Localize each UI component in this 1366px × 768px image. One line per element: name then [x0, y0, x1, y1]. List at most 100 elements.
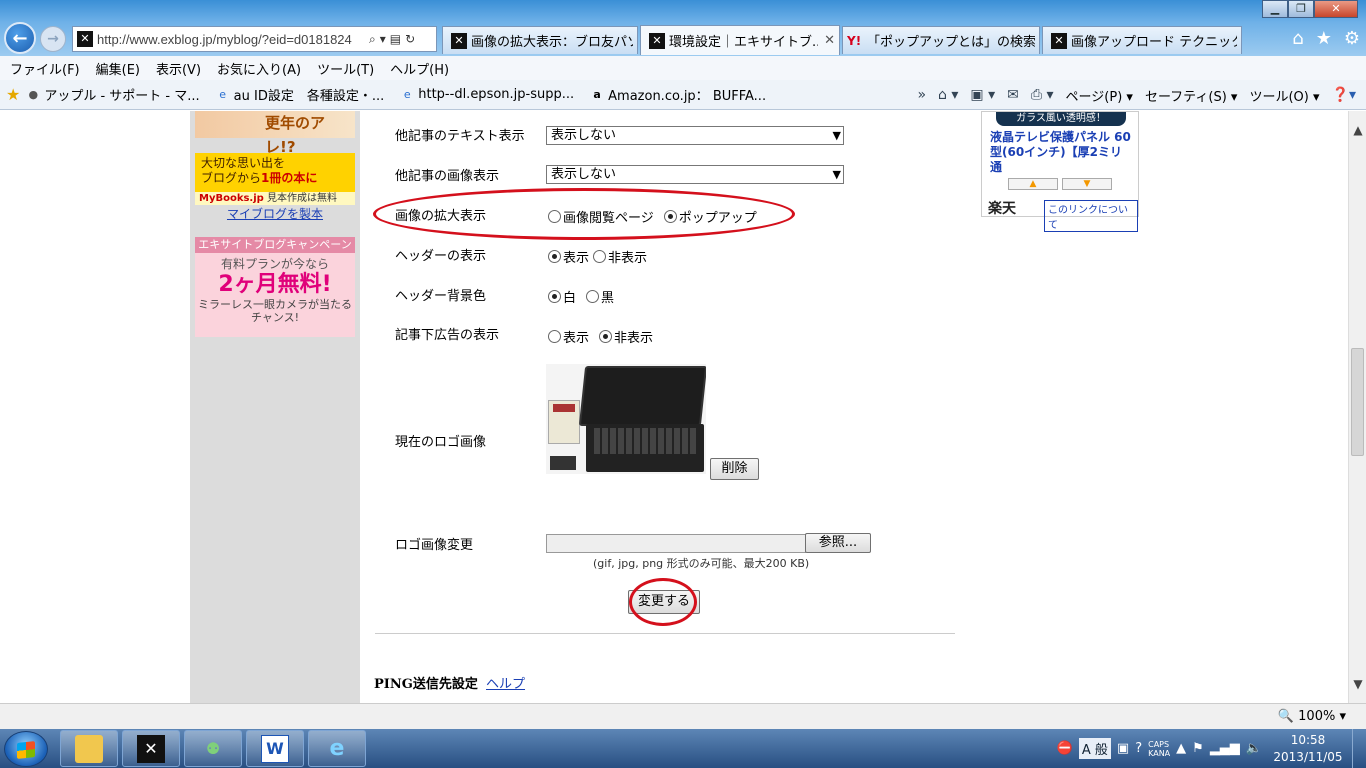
radio-button-selected[interactable] [548, 250, 561, 263]
scroll-down-icon[interactable]: ▼ [1349, 677, 1366, 691]
security-icon[interactable]: ⛔ [1057, 741, 1073, 756]
header-option-show[interactable]: 表示 [548, 247, 589, 266]
favorite-au[interactable]: e au ID設定 各種設定・... [216, 85, 384, 105]
safety-menu[interactable]: セーフティ(S) ▾ [1145, 86, 1238, 105]
print-icon[interactable]: ⎙ ▾ [1031, 87, 1054, 103]
clock[interactable]: 10:58 2013/11/05 [1268, 732, 1348, 766]
favorite-apple[interactable]: ● アップル - サポート - マ... [26, 85, 200, 105]
refresh-icon[interactable]: ↻ [405, 32, 415, 46]
radio-button-selected[interactable] [548, 290, 561, 303]
clock-time: 10:58 [1290, 732, 1326, 747]
logo-file-input[interactable] [546, 534, 806, 553]
start-button[interactable] [4, 731, 48, 767]
amazon-icon: a [593, 87, 601, 101]
sidebar-banner-top[interactable]: 更年のアレ!? [195, 111, 355, 156]
settings-gear-icon[interactable]: ⚙ [1344, 28, 1360, 49]
menu-edit[interactable]: 編集(E) [96, 59, 140, 78]
tab-settings[interactable]: ✕ 環境設定｜エキサイトブ... ✕ [640, 25, 840, 55]
help-link[interactable]: ヘルプ [486, 673, 525, 692]
back-button[interactable]: ← [4, 22, 36, 54]
ping-settings-heading: PING送信先設定 [374, 677, 478, 692]
minimize-button[interactable]: ▁ [1262, 0, 1288, 18]
mybooks-banner[interactable]: 大切な思い出を ブログから1冊の本に MyBooks.jp 見本作成は無料 [195, 153, 355, 205]
address-bar[interactable]: ✕ http://www.exblog.jp/myblog/?eid=d0181… [72, 26, 437, 52]
tab-popup-search[interactable]: Y! 「ポップアップとは」の検索... [842, 26, 1040, 54]
forward-button[interactable]: → [40, 26, 66, 52]
radio-button[interactable] [548, 330, 561, 343]
radio-button[interactable] [586, 290, 600, 303]
campaign-banner[interactable]: エキサイトブログキャンペーン 有料プランが今なら 2ヶ月無料! ミラーレス一眼カ… [195, 237, 355, 337]
taskbar-word[interactable]: W [246, 730, 304, 767]
header-option-hide[interactable]: 非表示 [593, 247, 647, 266]
ad-next-arrow-icon[interactable]: ▼ [1062, 178, 1112, 190]
mail-icon[interactable]: ✉ [1007, 87, 1019, 103]
taskbar-people[interactable]: ⚉ [184, 730, 242, 767]
chevron-more-icon[interactable]: » [917, 87, 926, 103]
volume-icon[interactable]: 🔈 [1246, 741, 1262, 756]
taskbar-explorer[interactable] [60, 730, 118, 767]
show-hidden-icons[interactable]: ▲ [1176, 741, 1186, 756]
menu-favorites[interactable]: お気に入り(A) [217, 59, 301, 78]
favorite-epson[interactable]: e http--dl.epson.jp-supp... [400, 87, 574, 102]
delete-logo-button[interactable]: 削除 [710, 458, 759, 480]
browse-button[interactable]: 参照... [805, 533, 871, 553]
feeds-icon[interactable]: ▣ ▾ [970, 87, 995, 103]
header-bg-option-white[interactable]: 白 [548, 287, 576, 306]
ie-page-icon: e [403, 87, 411, 101]
tab-image-zoom[interactable]: ✕ 画像の拡大表示：ブロ友パソ... [442, 26, 638, 54]
radio-button[interactable] [593, 250, 607, 263]
vertical-scrollbar[interactable]: ▲ ▼ [1348, 111, 1366, 703]
dropdown-arrow-icon[interactable]: ▾ [380, 32, 386, 46]
show-desktop-button[interactable] [1352, 729, 1366, 768]
header-bg-option-black[interactable]: 黒 [586, 287, 614, 306]
home-icon[interactable]: ⌂ ▾ [938, 87, 958, 103]
favorites-star-icon[interactable]: ★ [6, 85, 20, 104]
favorites-star-icon[interactable]: ★ [1316, 28, 1332, 49]
network-icon[interactable]: ▂▄▆ [1210, 741, 1240, 756]
ad-text[interactable]: 液晶テレビ保護パネル 60型(60インチ)【厚2ミリ通 [990, 130, 1134, 175]
taskbar-app-x[interactable]: ✕ [122, 730, 180, 767]
other-text-label: 他記事のテキスト表示 [395, 129, 525, 144]
ime-indicator[interactable]: A 般 [1078, 738, 1111, 759]
other-image-select[interactable]: 表示しない ▼ [546, 165, 844, 184]
menu-file[interactable]: ファイル(F) [10, 59, 80, 78]
ie-page-icon: e [219, 87, 227, 101]
menu-view[interactable]: 表示(V) [156, 59, 201, 78]
clock-date: 2013/11/05 [1273, 749, 1343, 764]
close-window-button[interactable]: ✕ [1314, 0, 1358, 18]
scroll-up-icon[interactable]: ▲ [1349, 123, 1366, 137]
laptop-keyboard-graphic [594, 428, 696, 454]
maximize-button[interactable]: ❐ [1288, 0, 1314, 18]
mybooks-link[interactable]: マイブログを製本 [195, 205, 355, 222]
tab-close-icon[interactable]: ✕ [818, 33, 835, 48]
tools-menu[interactable]: ツール(O) ▾ [1249, 86, 1319, 105]
menu-tools[interactable]: ツール(T) [317, 59, 374, 78]
tools-menu-label: ツール(O) [1249, 89, 1309, 105]
compat-view-icon[interactable]: ▤ [390, 32, 401, 46]
menu-help[interactable]: ヘルプ(H) [390, 59, 449, 78]
help-icon[interactable]: ❓▾ [1332, 87, 1356, 103]
ad-option-show[interactable]: 表示 [548, 327, 589, 346]
tab-image-upload[interactable]: ✕ 画像アップロード テクニック... [1042, 26, 1242, 54]
search-icon[interactable]: ⌕ [369, 32, 376, 47]
ad-prev-arrow-icon[interactable]: ▲ [1008, 178, 1058, 190]
other-text-select[interactable]: 表示しない ▼ [546, 126, 844, 145]
url-text[interactable]: http://www.exblog.jp/myblog/?eid=d018182… [97, 32, 365, 47]
system-tray: ⛔ A 般 ▣ ? CAPS KANA ▲ ⚑ ▂▄▆ 🔈 10:58 2013/… [1057, 729, 1366, 768]
radio-label: 白 [563, 291, 577, 306]
ime-tools-icon[interactable]: ▣ [1117, 741, 1129, 756]
taskbar-internet-explorer[interactable]: e [308, 730, 366, 767]
safety-menu-label: セーフティ(S) [1144, 89, 1227, 105]
zoom-control[interactable]: 🔍 100% ▾ [1278, 709, 1346, 724]
ad-info-link[interactable]: このリンクについて [1044, 200, 1138, 232]
rakuten-ad[interactable]: ガラス風い透明感！ 液晶テレビ保護パネル 60型(60インチ)【厚2ミリ通 ▲ … [981, 111, 1139, 232]
radio-button-selected[interactable] [599, 330, 613, 343]
scroll-thumb[interactable] [1351, 348, 1364, 456]
ad-option-hide[interactable]: 非表示 [599, 327, 653, 346]
favorite-amazon[interactable]: a Amazon.co.jp： BUFFA... [590, 85, 766, 105]
page-menu[interactable]: ページ(P) ▾ [1066, 86, 1133, 105]
action-center-icon[interactable]: ⚑ [1192, 741, 1204, 756]
file-format-note: (gif, jpg, png 形式のみ可能、最大200 KB) [593, 557, 810, 570]
home-icon[interactable]: ⌂ [1292, 28, 1303, 49]
help-icon[interactable]: ? [1135, 741, 1142, 756]
